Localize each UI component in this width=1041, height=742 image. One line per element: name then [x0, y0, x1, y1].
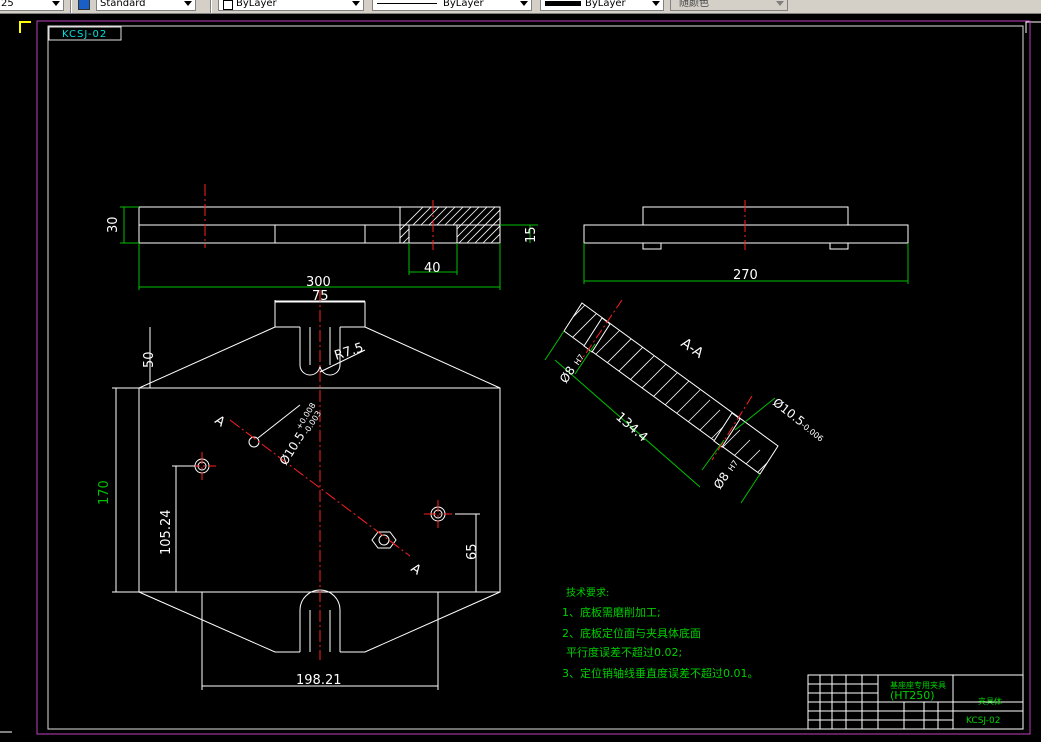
section-hole-c-callout: Ø10.5 -0.006: [770, 395, 825, 444]
chevron-down-icon: [520, 1, 528, 6]
dim-15: 15: [524, 226, 539, 243]
dim-134-4: 134.4: [612, 410, 650, 446]
drawing-canvas[interactable]: KCSJ-02 30 15 40 300 270 75 50 R7.5 170 …: [0, 14, 1041, 742]
section-title: A-A: [678, 335, 707, 362]
section-hole-a-diameter: Ø8: [557, 364, 578, 386]
dim-170: 170: [97, 480, 112, 505]
drawing-inner-border: [47, 25, 1024, 730]
dim-270: 270: [733, 268, 758, 283]
color-swatch-icon: [223, 0, 233, 10]
drawing-outer-border: [36, 20, 1031, 735]
title-block-material: (HT250): [890, 689, 935, 702]
dim-40: 40: [424, 261, 441, 276]
top-view-hole-callout: Ø10.5 +0.008 -0.003: [277, 401, 324, 467]
section-a-a: [563, 299, 779, 475]
section-hole-b-tol: H7: [726, 459, 740, 473]
hole-main-diameter: Ø10.5: [277, 429, 308, 467]
color-dropdown[interactable]: 随颜色: [670, 0, 788, 11]
linetype-value: ByLayer: [443, 0, 484, 9]
top-view-dimensions: [112, 300, 480, 690]
dim-50: 50: [142, 351, 157, 368]
toolbar-separator: [70, 0, 72, 13]
textstyle-partial-dropdown[interactable]: 25: [0, 0, 64, 11]
side-view: [583, 206, 909, 250]
section-hole-a-callout: Ø8 H7: [557, 353, 586, 386]
dim-105-24: 105.24: [159, 510, 174, 556]
textstyle-value: Standard: [100, 0, 146, 9]
line-sample-icon: [377, 3, 437, 4]
layer-value: ByLayer: [236, 0, 277, 9]
tech-req-title: 技术要求:: [566, 586, 609, 599]
chevron-down-icon: [652, 1, 660, 6]
dim-65: 65: [465, 543, 480, 560]
title-block-part-name: 夹具体: [978, 696, 1002, 706]
ucs-corner-top-left: [19, 21, 31, 33]
cut-label-a-upper: A: [212, 413, 228, 430]
toolbar-separator: [210, 0, 212, 13]
technical-requirements: 技术要求: 1、底板需磨削加工; 2、底板定位面与夹具体底面 平行度误差不超过0…: [562, 586, 759, 680]
tech-req-line-1: 1、底板需磨削加工;: [562, 605, 661, 619]
dim-r7-5: R7.5: [333, 340, 366, 363]
tech-req-line-4: 3、定位销轴线垂直度误差不超过0.01。: [562, 666, 759, 680]
tech-req-line-3: 平行度误差不超过0.02;: [566, 645, 682, 659]
lineweight-sample-icon: [545, 1, 581, 6]
cut-label-a-lower: A: [408, 561, 424, 578]
section-hole-b-callout: Ø8 H7: [711, 459, 740, 492]
chevron-down-icon: [52, 1, 60, 6]
layer-dropdown[interactable]: ByLayer: [218, 0, 364, 11]
properties-toolbar: 25 Standard ByLayer ByLayer ByLayer 随颜色: [0, 0, 1041, 14]
dim-30: 30: [106, 216, 121, 233]
ucs-corner-top-right: [1025, 21, 1041, 33]
linetype-dropdown[interactable]: ByLayer: [372, 0, 532, 11]
color-value: 随颜色: [679, 0, 709, 9]
section-hole-c-tol: -0.006: [799, 421, 825, 444]
dim-198-21: 198.21: [296, 673, 342, 688]
lineweight-value: ByLayer: [585, 0, 626, 9]
textstyle-partial-value: 25: [1, 0, 14, 9]
chevron-down-icon: [184, 1, 192, 6]
section-hole-a-tol: H7: [572, 353, 586, 367]
code-tag-text: KCSJ-02: [62, 29, 107, 40]
top-view-center-lines: [188, 290, 452, 660]
dim-300: 300: [306, 275, 331, 290]
textstyle-dropdown[interactable]: Standard: [96, 0, 196, 11]
chevron-down-icon: [776, 1, 784, 6]
section-hole-b-diameter: Ø8: [711, 470, 732, 492]
dim-75: 75: [312, 289, 329, 304]
tech-req-line-2: 2、底板定位面与夹具体底面: [562, 626, 701, 640]
chevron-down-icon: [352, 1, 360, 6]
textstyle-icon[interactable]: [78, 0, 90, 10]
lineweight-dropdown[interactable]: ByLayer: [540, 0, 664, 11]
title-block-code: KCSJ-02: [966, 716, 1000, 726]
